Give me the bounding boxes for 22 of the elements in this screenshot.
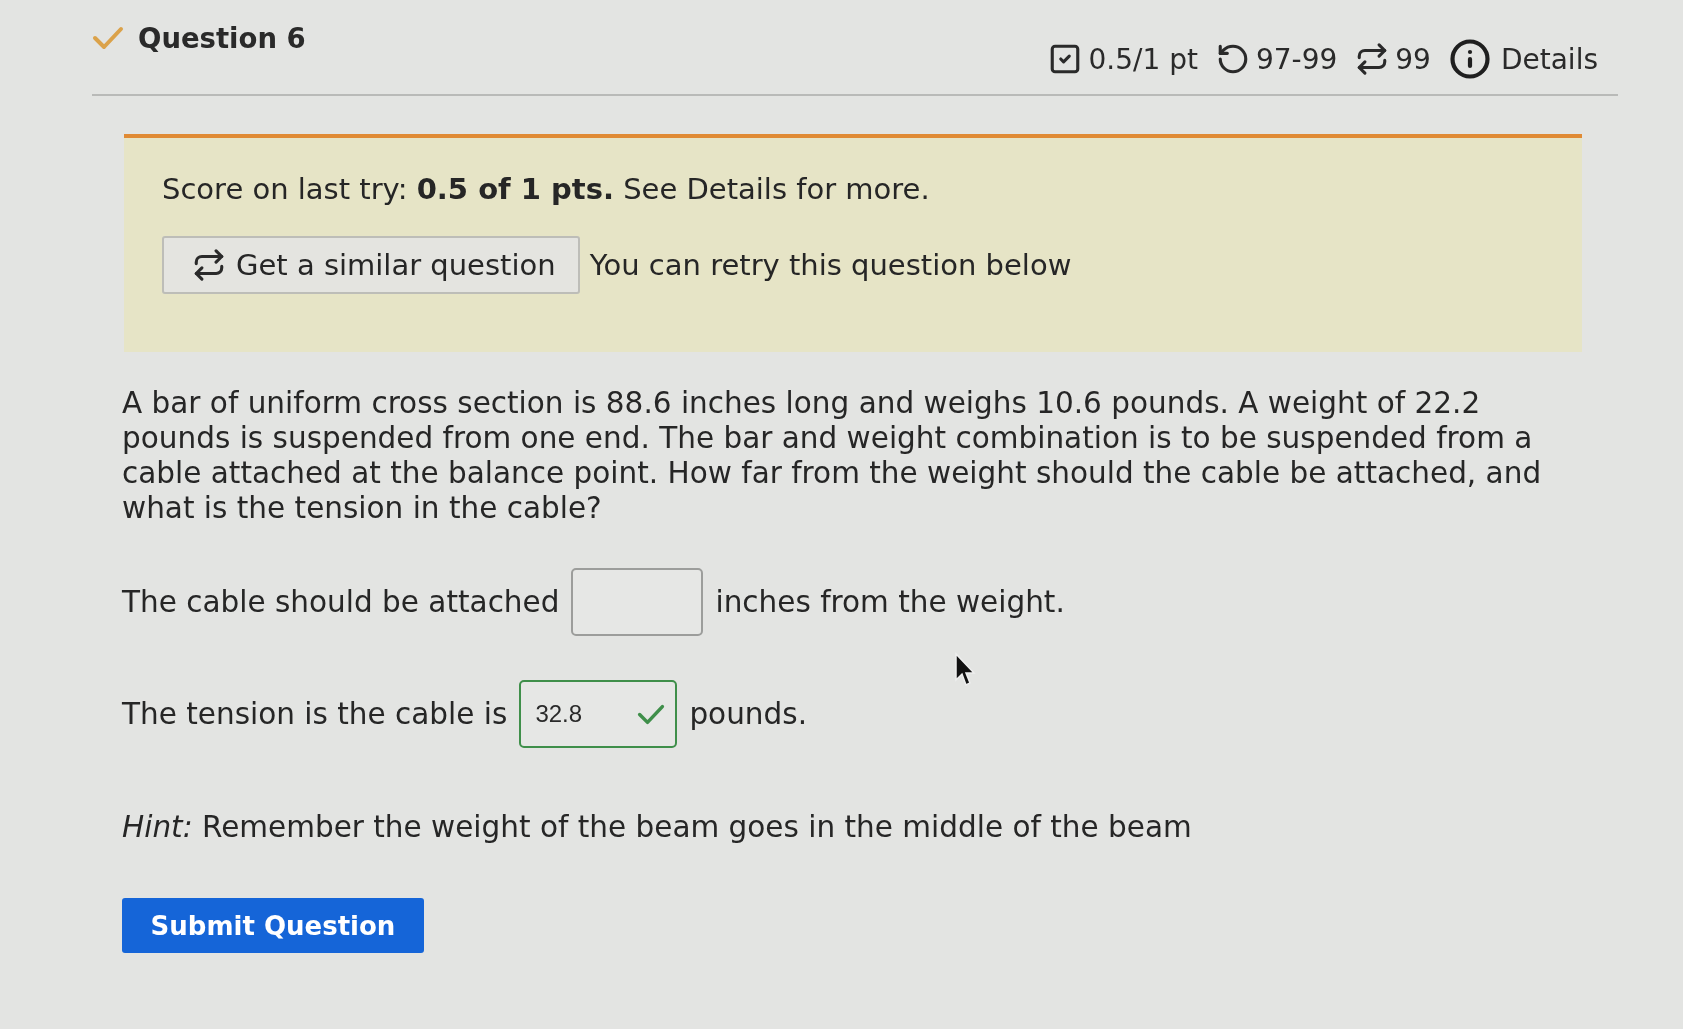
answer-prompt-text: The tension is the cable is [122, 697, 508, 731]
attempts-text: 97-99 [1255, 42, 1338, 76]
info-icon [1448, 38, 1491, 80]
correct-check-icon [637, 703, 666, 725]
submit-question-button[interactable]: Submit Question [122, 898, 424, 953]
score-summary-text: Score on last try: 0.5 of 1 pts. See Details for more. [162, 172, 931, 206]
score-text: 0.5/1 pt [1088, 42, 1198, 76]
repeat-arrows-icon [192, 248, 226, 282]
question-text: A bar of uniform cross section is 88.6 inches long and weighs 10.6 pounds. A weight of 22.2 pounds is suspended from one end. The bar and weight combination is to be suspended from a cable attached at the balance point. How far from the weight should the cable be attached, and what is the tension in the cable? [122, 386, 1543, 526]
answer-field[interactable]: 32.8 [519, 680, 678, 748]
retry-note-text: You can retry this question below [589, 248, 1072, 282]
details-button[interactable]: Details [1448, 38, 1598, 80]
similar-question-button[interactable]: Get a similar question [162, 236, 580, 294]
answer-field[interactable] [571, 568, 704, 636]
check-icon [92, 26, 124, 50]
answer-unit-text: pounds. [689, 697, 808, 731]
question-title: Question 6 [138, 22, 306, 54]
mouse-cursor-icon [954, 652, 976, 688]
hint-text: Hint: Remember the weight of the beam goes in the middle of the beam [122, 810, 1193, 844]
answer-prompt-text: The cable should be attached [122, 585, 560, 619]
retries-text: 99 [1395, 42, 1431, 76]
answer-unit-text: inches from the weight. [715, 585, 1065, 619]
